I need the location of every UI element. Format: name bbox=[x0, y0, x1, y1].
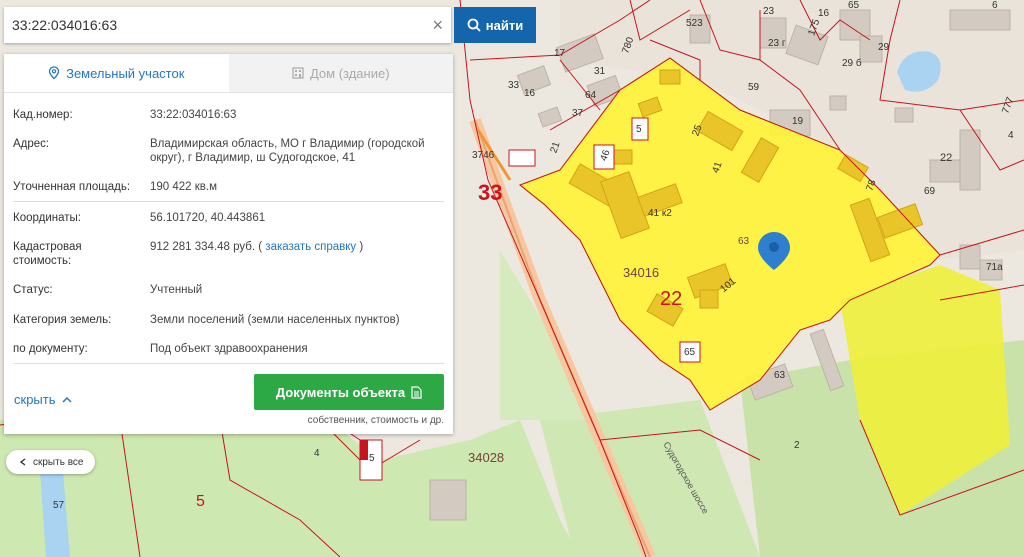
object-documents-button[interactable]: Документы объекта bbox=[254, 374, 444, 410]
quarter-label: 34016 bbox=[623, 265, 660, 280]
info-value: 33:22:034016:63 bbox=[150, 109, 237, 121]
order-certificate-link[interactable]: заказать справку bbox=[265, 241, 356, 253]
building-number: 31 bbox=[594, 66, 606, 77]
building-number: 71а bbox=[986, 262, 1003, 273]
building-number: 19 bbox=[792, 116, 804, 127]
building-number: 5 bbox=[369, 453, 375, 464]
building-icon bbox=[292, 67, 304, 79]
building-number: 5 bbox=[196, 493, 205, 510]
divider bbox=[13, 363, 444, 364]
info-key: Статус: bbox=[13, 284, 53, 296]
building-number: 41 к2 bbox=[648, 208, 672, 219]
chevron-left-icon bbox=[19, 458, 26, 466]
info-key: Адрес: bbox=[13, 138, 50, 150]
building-number: 65 bbox=[848, 0, 860, 11]
road-code-label: 3746 bbox=[472, 150, 495, 161]
tab-building[interactable]: Дом (здание) bbox=[228, 54, 453, 92]
building-number: 37 bbox=[572, 108, 584, 119]
building-number: 16 bbox=[818, 8, 830, 19]
search-bar: × bbox=[4, 7, 451, 43]
info-value: Владимирская область, МО г Владимир (гор… bbox=[150, 138, 425, 164]
tab-land-plot[interactable]: Земельный участок bbox=[4, 54, 229, 92]
building-number: 4 bbox=[314, 448, 320, 459]
info-value: 56.101720, 40.443861 bbox=[150, 212, 266, 224]
zone-label: 22 bbox=[660, 288, 683, 310]
building-number: 16 bbox=[524, 88, 536, 99]
building-number: 17 bbox=[554, 48, 566, 59]
info-key: по документу: bbox=[13, 343, 88, 355]
building-number: 63 bbox=[774, 370, 786, 381]
info-value: 190 422 кв.м bbox=[150, 181, 218, 193]
building-number: 23 bbox=[763, 6, 775, 17]
info-key: Уточненная площадь: bbox=[13, 181, 131, 193]
building-number: 23 г bbox=[768, 38, 786, 49]
cost-value: 912 281 334.48 руб. ( bbox=[150, 241, 263, 253]
object-documents-label: Документы объекта bbox=[275, 384, 406, 400]
document-icon bbox=[411, 385, 422, 399]
hide-details-label: скрыть bbox=[14, 392, 56, 407]
road-number-label: 33 bbox=[478, 180, 503, 205]
search-button[interactable]: найти bbox=[454, 7, 536, 43]
info-key: Кад.номер: bbox=[13, 109, 73, 121]
clear-icon[interactable]: × bbox=[432, 15, 443, 35]
object-info-panel: Земельный участок Дом (здание) Кад.номер… bbox=[4, 54, 453, 434]
divider bbox=[13, 201, 444, 202]
building-number: 59 bbox=[748, 82, 760, 93]
building-number: 57 bbox=[53, 500, 65, 511]
info-value: Учтенный bbox=[150, 284, 203, 296]
building-number: 2 bbox=[794, 440, 800, 451]
search-button-label: найти bbox=[485, 17, 524, 33]
tabs: Земельный участок Дом (здание) bbox=[4, 54, 453, 93]
building-number: 5 bbox=[636, 124, 642, 135]
plot-label: 63 bbox=[738, 236, 750, 247]
chevron-up-icon bbox=[62, 396, 72, 403]
cost-tail: ) bbox=[359, 241, 364, 253]
building-number: 65 bbox=[684, 347, 696, 358]
building-number: 4 bbox=[1008, 130, 1014, 141]
building-number: 523 bbox=[686, 18, 703, 29]
location-icon bbox=[48, 66, 60, 80]
info-value: Под объект здравоохранения bbox=[150, 343, 308, 355]
tab-building-label: Дом (здание) bbox=[309, 65, 390, 81]
building-number: 6 bbox=[992, 0, 998, 11]
info-key: Координаты: bbox=[13, 212, 81, 224]
documents-subtitle: собственник, стоимость и др. bbox=[307, 415, 444, 426]
building-marker bbox=[360, 440, 368, 460]
building-number: 29 bbox=[878, 42, 890, 53]
building-number: 33 bbox=[508, 80, 520, 91]
info-value: 912 281 334.48 руб. ( заказать справку ) bbox=[150, 240, 444, 254]
search-input[interactable] bbox=[12, 7, 412, 43]
hide-details-link[interactable]: скрыть bbox=[14, 392, 72, 407]
hide-all-button[interactable]: скрыть все bbox=[6, 450, 96, 474]
tab-land-plot-label: Земельный участок bbox=[66, 65, 185, 81]
quarter-label: 34028 bbox=[468, 450, 505, 465]
building-number: 22 bbox=[940, 152, 953, 164]
building-number: 69 bbox=[924, 186, 936, 197]
building-number: 64 bbox=[585, 90, 597, 101]
info-key: Категория земель: bbox=[13, 314, 112, 326]
building-number: 29 б bbox=[842, 58, 862, 69]
info-key: Кадастровая стоимость: bbox=[13, 241, 82, 267]
search-icon bbox=[467, 18, 481, 32]
info-value: Земли поселений (земли населенных пункто… bbox=[150, 314, 400, 326]
hide-all-label: скрыть все bbox=[33, 456, 84, 468]
